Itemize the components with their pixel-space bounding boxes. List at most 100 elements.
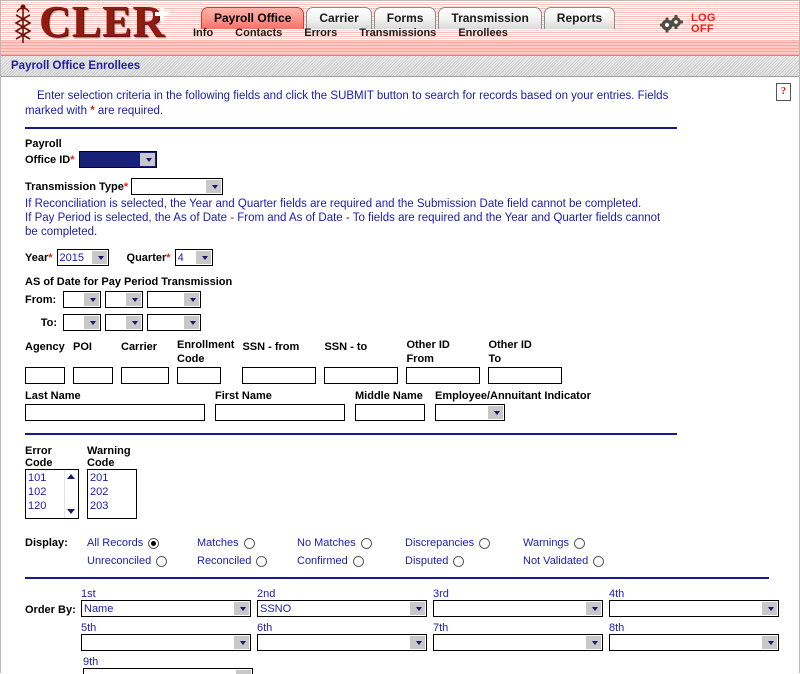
display-option-reconciled[interactable]: Reconciled [197, 555, 297, 567]
year-required: * [48, 251, 53, 264]
display-option-discrepancies[interactable]: Discrepancies [405, 537, 523, 549]
scroll-down-icon[interactable] [67, 509, 75, 514]
poi-input[interactable] [73, 367, 113, 384]
order-by-8th-select[interactable] [609, 634, 779, 651]
order-by-7th-select[interactable] [433, 634, 603, 651]
order-by-3rd-select[interactable] [433, 600, 603, 617]
gears-icon[interactable] [659, 14, 685, 34]
asof-to-label: To: [40, 316, 57, 329]
subnav-item-contacts[interactable]: Contacts [235, 27, 282, 39]
content-panel: ? Enter selection criteria in the follow… [1, 77, 799, 674]
tab-carrier[interactable]: Carrier [306, 7, 372, 29]
first-name-input[interactable] [215, 404, 345, 421]
warning-code-option[interactable]: 202 [90, 485, 134, 499]
asof-from-day-select[interactable] [105, 291, 143, 308]
asof-from-month-select[interactable] [63, 291, 101, 308]
radio-discrepancies[interactable] [479, 537, 491, 549]
subnav-item-errors[interactable]: Errors [304, 27, 337, 39]
error-code-option[interactable]: 101 [28, 471, 64, 485]
warning-code-listbox[interactable]: 201 202 203 [87, 469, 137, 519]
subnav-item-enrollees[interactable]: Enrollees [458, 27, 508, 39]
asof-to-year-select[interactable] [147, 314, 201, 331]
order-by-1st-select[interactable]: Name [81, 600, 251, 617]
order-by-1st: 1st Name [81, 588, 251, 617]
ssn-from-input[interactable] [242, 367, 317, 384]
enrollment-code-input[interactable] [177, 367, 221, 384]
error-code-scrollbar[interactable] [64, 470, 78, 518]
warning-code-option[interactable]: 201 [90, 471, 134, 485]
error-code-option[interactable]: 120 [28, 499, 64, 513]
order-by-4th-select[interactable] [609, 600, 779, 617]
ssn-from-label: SSN - from [242, 341, 300, 353]
agency-input[interactable] [25, 367, 65, 384]
asof-to-day-select[interactable] [105, 314, 143, 331]
carrier-input[interactable] [121, 367, 169, 384]
transmission-type-required: * [123, 180, 129, 193]
warning-code-label-line1: Warning [87, 445, 131, 457]
order-by-2nd-select[interactable]: SSNO [257, 600, 427, 617]
display-option-disputed[interactable]: Disputed [405, 555, 523, 567]
middle-name-input[interactable] [355, 404, 425, 421]
radio-confirmed[interactable] [352, 555, 364, 567]
employee-annuitant-indicator-select[interactable] [435, 404, 505, 421]
radio-all-records[interactable] [148, 537, 160, 549]
warning-code-option[interactable]: 203 [90, 499, 134, 513]
transmission-type-field: Transmission Type * [25, 178, 785, 195]
payroll-office-id-label-line2: Office ID [25, 153, 71, 166]
help-icon[interactable]: ? [776, 83, 791, 101]
other-id-to-input[interactable] [488, 367, 563, 384]
poi-label: POI [73, 341, 92, 353]
radio-not-validated[interactable] [593, 555, 605, 567]
radio-unreconciled[interactable] [156, 555, 168, 567]
radio-no-matches[interactable] [360, 537, 372, 549]
transmission-type-select[interactable] [131, 178, 224, 195]
other-id-from-input[interactable] [406, 367, 481, 384]
tab-transmission[interactable]: Transmission [438, 7, 542, 29]
order-by-8th: 8th [609, 622, 779, 651]
year-select[interactable]: 2015 [56, 249, 109, 266]
display-option-no-matches[interactable]: No Matches [297, 537, 405, 549]
order-by-5th-select[interactable] [81, 634, 251, 651]
identifier-fields-row: Agency POI Carrier Enrollment Code SSN -… [25, 339, 785, 384]
payroll-office-id-select[interactable] [78, 151, 157, 168]
divider-orderby [25, 577, 769, 579]
error-code-option[interactable]: 102 [28, 485, 64, 499]
tab-reports[interactable]: Reports [543, 7, 616, 29]
subnav-item-transmissions[interactable]: Transmissions [359, 27, 436, 39]
radio-reconciled[interactable] [256, 555, 268, 567]
order-by-1st-caption: 1st [81, 588, 96, 600]
transmission-note-line3: be completed. [25, 226, 98, 238]
order-by-6th-select[interactable] [257, 634, 427, 651]
display-option-warnings[interactable]: Warnings [523, 537, 586, 549]
display-option-not-validated[interactable]: Not Validated [523, 555, 605, 567]
subnav-item-info[interactable]: Info [193, 27, 213, 39]
name-fields-row: Last Name First Name Middle Name Employe… [25, 390, 785, 421]
radio-matches[interactable] [243, 537, 255, 549]
error-code-listbox[interactable]: 101 102 120 [25, 469, 79, 519]
display-option-unreconciled[interactable]: Unreconciled [87, 555, 197, 567]
order-by-6th: 6th [257, 622, 427, 651]
tab-payroll-office[interactable]: Payroll Office [201, 7, 305, 29]
ssn-to-input[interactable] [324, 367, 399, 384]
last-name-input[interactable] [25, 404, 205, 421]
asof-from-year-select[interactable] [147, 291, 201, 308]
display-option-matches[interactable]: Matches [197, 537, 297, 549]
display-option-label: Confirmed [297, 555, 348, 567]
divider-codes [25, 433, 677, 435]
warning-code-label-line2: Code [87, 457, 115, 469]
scroll-up-icon[interactable] [67, 474, 75, 479]
logo-text: CLER [39, 1, 166, 46]
tab-forms[interactable]: Forms [373, 7, 437, 29]
other-id-to-field: Other ID To [488, 339, 563, 384]
quarter-select[interactable]: 4 [174, 249, 213, 266]
order-by-9th-select[interactable] [83, 668, 253, 674]
radio-warnings[interactable] [574, 537, 586, 549]
display-option-all-records[interactable]: All Records [87, 537, 197, 549]
transmission-type-note: If Reconciliation is selected, the Year … [25, 197, 675, 239]
log-off-button[interactable]: LOG OFF [691, 13, 716, 35]
employee-annuitant-indicator-field: Employee/Annuitant Indicator [435, 390, 591, 421]
asof-to-row: To: [25, 314, 785, 331]
asof-to-month-select[interactable] [63, 314, 101, 331]
display-option-confirmed[interactable]: Confirmed [297, 555, 405, 567]
radio-disputed[interactable] [453, 555, 465, 567]
